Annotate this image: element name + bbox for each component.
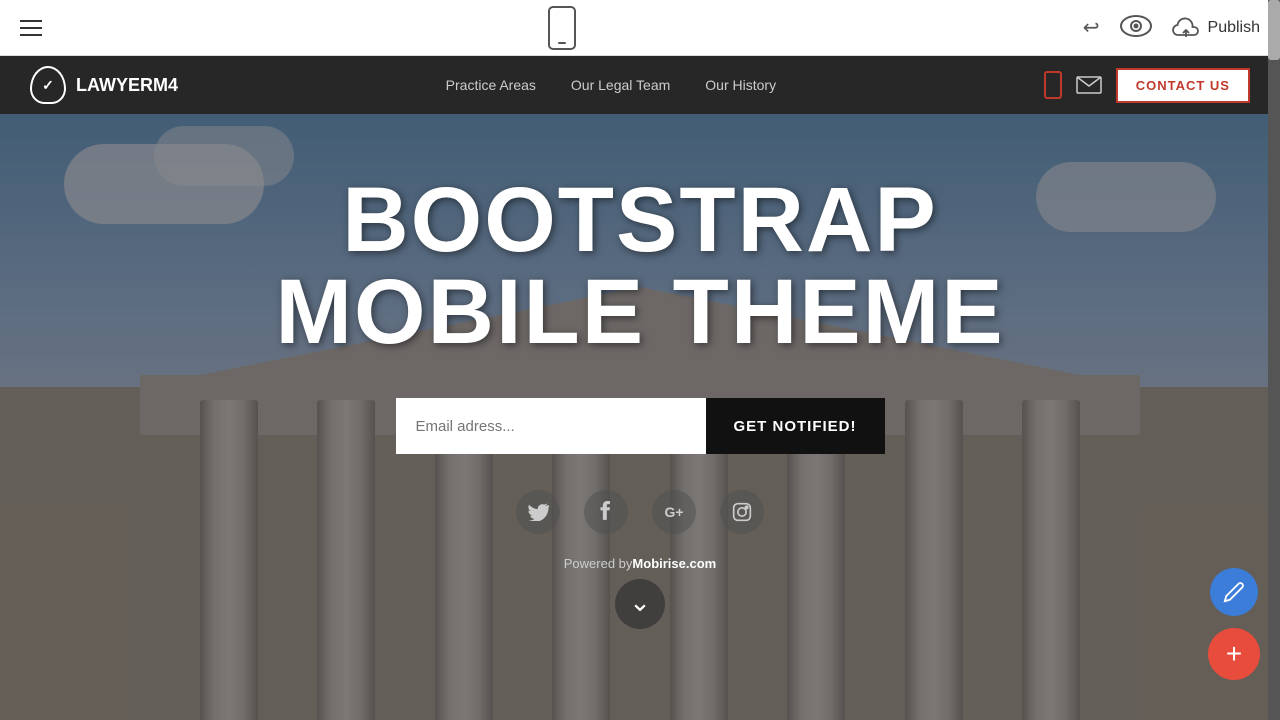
preview-button[interactable] [1120, 15, 1152, 40]
twitter-icon[interactable] [516, 490, 560, 534]
google-plus-icon[interactable]: G+ [652, 490, 696, 534]
scroll-down [0, 579, 1280, 629]
brand: LAWYERM4 [30, 66, 178, 104]
mobile-preview-icon[interactable] [548, 6, 576, 50]
instagram-icon[interactable] [720, 490, 764, 534]
toolbar: ↩ Publish [0, 0, 1280, 56]
hamburger-menu[interactable] [20, 20, 42, 36]
mobile-icon [1044, 71, 1062, 99]
hero-title-line1: BOOTSTRAP [0, 174, 1280, 266]
publish-label: Publish [1208, 19, 1260, 37]
eye-icon [1120, 15, 1152, 37]
nav-practice-areas[interactable]: Practice Areas [446, 77, 536, 93]
hero-section: BOOTSTRAP MOBILE THEME GET NOTIFIED! G+ … [0, 114, 1280, 720]
publish-button[interactable]: Publish [1172, 17, 1260, 39]
brand-shield-icon [30, 66, 66, 104]
notify-button[interactable]: GET NOTIFIED! [706, 398, 885, 454]
undo-button[interactable]: ↩ [1083, 15, 1100, 40]
fab-container: + [1208, 568, 1260, 680]
plus-icon: + [1226, 638, 1242, 670]
hero-title-line2: MOBILE THEME [0, 266, 1280, 358]
scrollbar-thumb[interactable] [1268, 0, 1280, 60]
hero-title: BOOTSTRAP MOBILE THEME [0, 174, 1280, 358]
cloud-upload-icon [1172, 17, 1200, 39]
fab-add-button[interactable]: + [1208, 628, 1260, 680]
mail-icon [1076, 76, 1102, 94]
brand-name: LAWYERM4 [76, 75, 178, 96]
site-navbar: LAWYERM4 Practice Areas Our Legal Team O… [0, 56, 1280, 114]
navbar-icons: CONTACT US [1044, 68, 1250, 103]
facebook-icon[interactable] [584, 490, 628, 534]
email-input[interactable] [396, 398, 706, 454]
powered-by-text: Powered byMobirise.com [0, 556, 1280, 571]
powered-by-label: Powered by [564, 556, 633, 571]
powered-site: Mobirise.com [632, 556, 716, 571]
nav-history[interactable]: Our History [705, 77, 776, 93]
pencil-icon [1223, 581, 1245, 603]
contact-button[interactable]: CONTACT US [1116, 68, 1250, 103]
scroll-down-button[interactable] [615, 579, 665, 629]
hero-content: BOOTSTRAP MOBILE THEME GET NOTIFIED! G+ … [0, 174, 1280, 629]
social-icons: G+ [0, 490, 1280, 534]
scrollbar[interactable] [1268, 0, 1280, 720]
nav-legal-team[interactable]: Our Legal Team [571, 77, 670, 93]
fab-edit-button[interactable] [1210, 568, 1258, 616]
nav-links: Practice Areas Our Legal Team Our Histor… [446, 77, 776, 93]
hero-form: GET NOTIFIED! [0, 398, 1280, 454]
